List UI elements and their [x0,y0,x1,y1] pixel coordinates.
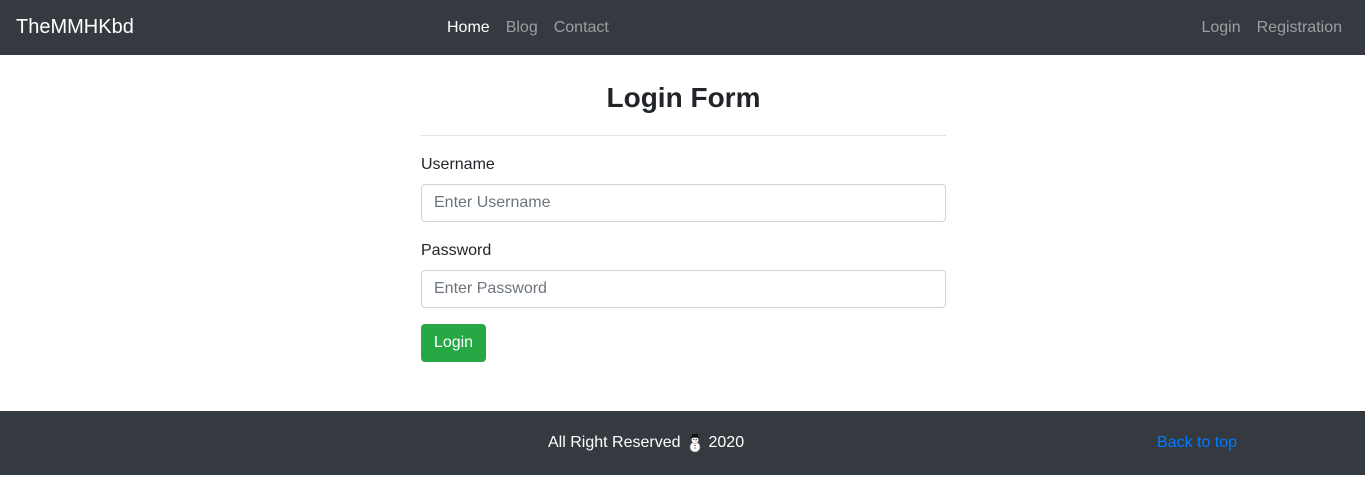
snowman-icon [687,433,703,453]
nav-home-link[interactable]: Home [447,17,490,38]
brand-link[interactable]: TheMMHKbd [16,14,134,41]
password-input[interactable] [421,270,946,308]
title-divider [421,135,946,136]
copyright-year: 2020 [708,434,745,451]
nav-blog-link[interactable]: Blog [506,17,538,38]
login-submit-button[interactable]: Login [421,324,486,362]
nav-registration-link[interactable]: Registration [1257,17,1342,38]
username-label: Username [421,156,495,173]
copyright-label: All Right Reserved [548,434,681,451]
back-to-top-link[interactable]: Back to top [1157,432,1237,453]
nav-contact-link[interactable]: Contact [554,17,609,38]
account-nav: Login Registration [1201,17,1342,38]
top-navbar: TheMMHKbd Home Blog Contact Login Regist… [0,0,1365,55]
page-title: Login Form [606,82,761,113]
copyright-text: All Right Reserved 2020 [548,432,744,453]
nav-login-link[interactable]: Login [1201,17,1240,38]
username-input[interactable] [421,184,946,222]
password-label: Password [421,242,492,259]
page-footer: All Right Reserved 2020 Back to top [0,411,1365,475]
login-form: Username Password Login [421,154,946,362]
login-form-container: Login Form Username Password Login [421,55,946,362]
main-nav: Home Blog Contact [447,17,609,38]
